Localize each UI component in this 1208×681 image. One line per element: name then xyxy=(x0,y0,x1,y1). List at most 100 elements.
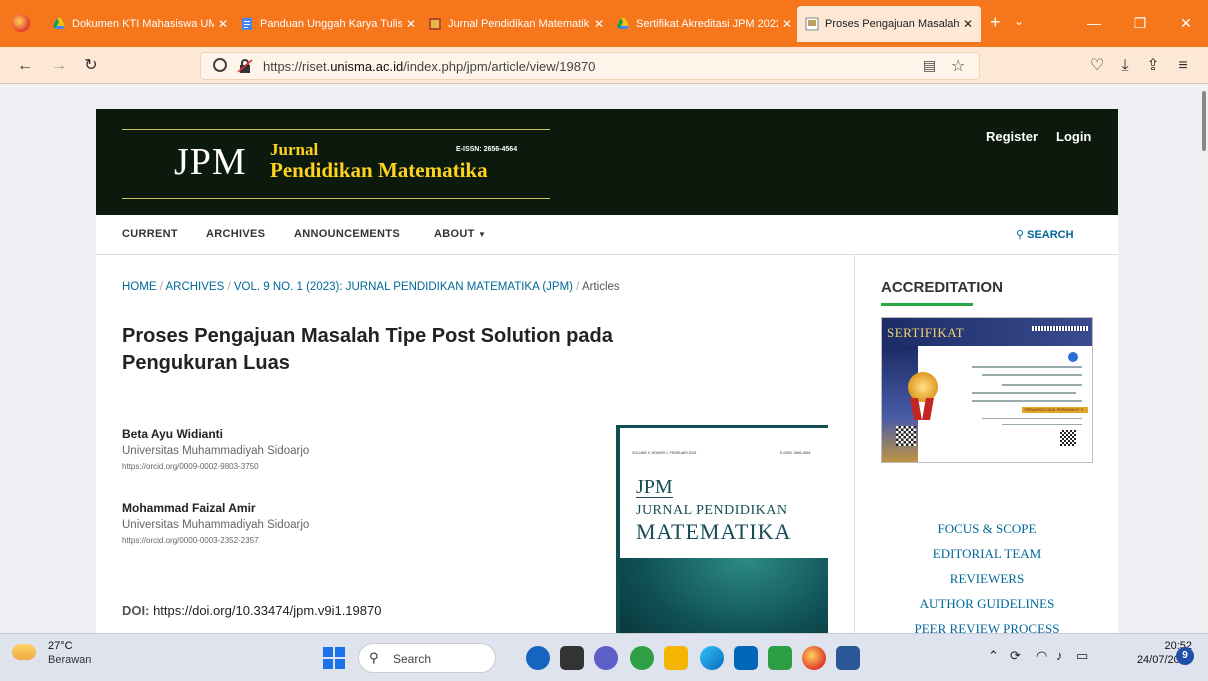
minimize-button[interactable]: — xyxy=(1076,10,1112,36)
issue-cover-image[interactable]: VOLUME 9, NOMOR 1, FEBRUARI 2023 E-ISSN:… xyxy=(616,425,828,633)
battery-icon[interactable]: ▭ xyxy=(1076,648,1088,664)
sidebar-link-reviewers[interactable]: REVIEWERS xyxy=(855,571,1119,587)
nav-about[interactable]: ABOUT ▼ xyxy=(434,228,486,240)
page-viewport: JPM Jurnal Pendidikan Matematika E-ISSN:… xyxy=(0,85,1200,633)
forward-arrow-icon[interactable]: → xyxy=(46,53,72,79)
reload-icon[interactable]: ↻ xyxy=(78,53,104,79)
file-explorer-icon[interactable] xyxy=(664,646,688,670)
lms-app-icon[interactable] xyxy=(768,646,792,670)
certificate-rank: TERAKREDITASI PERINGKAT 3 xyxy=(1024,407,1083,412)
weather-cloud-icon[interactable] xyxy=(12,644,36,660)
breadcrumb-home[interactable]: HOME xyxy=(122,281,157,293)
login-link[interactable]: Login xyxy=(1056,129,1091,144)
edge-icon[interactable] xyxy=(700,646,724,670)
accreditation-certificate-image[interactable]: SERTIFIKAT TERAKREDITASI PERINGKAT 3 xyxy=(881,317,1093,463)
page-scrollbar[interactable] xyxy=(1200,85,1208,633)
shield-icon[interactable] xyxy=(213,58,227,72)
breadcrumb-current: Articles xyxy=(581,281,620,293)
bookmark-star-icon[interactable]: ☆ xyxy=(951,56,965,76)
notification-badge[interactable]: 9 xyxy=(1176,647,1194,665)
tab-dokumen-kti[interactable]: Dokumen KTI Mahasiswa UM ✕ xyxy=(52,8,228,40)
share-icon[interactable]: ⇪ xyxy=(1140,53,1166,79)
certificate-title: SERTIFIKAT xyxy=(887,325,965,340)
journal-logo[interactable]: JPM Jurnal Pendidikan Matematika E-ISSN:… xyxy=(122,129,550,199)
certificate-text-line xyxy=(972,366,1082,368)
sidebar-link-author-guidelines[interactable]: AUTHOR GUIDELINES xyxy=(855,596,1119,612)
doi-label: DOI: xyxy=(122,603,150,618)
sidebar-link-focus-scope[interactable]: FOCUS & SCOPE xyxy=(855,521,1119,537)
logo-line2: Pendidikan Matematika xyxy=(270,158,488,182)
whatsapp-icon[interactable] xyxy=(630,646,654,670)
close-icon[interactable]: ✕ xyxy=(594,17,604,31)
ministry-logo-icon xyxy=(1068,352,1078,362)
chevron-up-icon[interactable]: ⌃ xyxy=(988,648,999,664)
tab-list-chevron-icon[interactable]: ⌄ xyxy=(1014,14,1024,28)
download-icon[interactable]: ⤓ xyxy=(1112,53,1138,79)
tab-sertifikat[interactable]: Sertifikat Akreditasi JPM 2022 ✕ xyxy=(616,8,792,40)
word-icon[interactable] xyxy=(836,646,860,670)
search-link[interactable]: ⚲ SEARCH xyxy=(1016,228,1074,241)
article-title-line1: Proses Pengajuan Masalah Tipe Post Solut… xyxy=(122,325,613,347)
register-link[interactable]: Register xyxy=(986,129,1038,144)
pocket-icon[interactable]: ♡ xyxy=(1084,53,1110,79)
tab-jurnal-pendidikan[interactable]: Jurnal Pendidikan Matematik ✕ xyxy=(428,8,604,40)
teams-chat-icon[interactable] xyxy=(594,646,618,670)
cover-gradient xyxy=(620,558,828,633)
url-bar[interactable]: https://riset.unisma.ac.id/index.php/jpm… xyxy=(200,52,980,80)
volume-icon[interactable]: ♪ xyxy=(1056,648,1063,663)
url-prefix: https://riset. xyxy=(263,59,331,74)
close-icon[interactable]: ✕ xyxy=(406,17,416,31)
new-tab-button[interactable]: + xyxy=(990,12,1001,33)
sync-icon[interactable]: ⟳ xyxy=(1010,648,1021,664)
qr-code-icon xyxy=(1060,430,1076,446)
lock-icon[interactable] xyxy=(237,58,253,74)
author-orcid-link[interactable]: https://orcid.org/0009-0002-9803-3750 xyxy=(122,462,309,471)
author-affiliation: Universitas Muhammadiyah Sidoarjo xyxy=(122,519,310,531)
sidebar-link-peer-review[interactable]: PEER REVIEW PROCESS xyxy=(855,621,1119,633)
author-affiliation: Universitas Muhammadiyah Sidoarjo xyxy=(122,445,310,457)
back-arrow-icon[interactable]: ← xyxy=(12,53,38,79)
reader-view-icon[interactable]: ▤ xyxy=(923,57,936,74)
breadcrumb-archives[interactable]: ARCHIVES xyxy=(165,281,224,293)
taskbar-search-label: Search xyxy=(393,652,432,666)
close-icon[interactable]: ✕ xyxy=(782,17,792,31)
weather-condition[interactable]: Berawan xyxy=(48,654,91,666)
logo-jpm-text: JPM xyxy=(174,141,247,183)
sidebar: ACCREDITATION SERTIFIKAT TERAKREDITASI P… xyxy=(854,255,1118,633)
bing-icon[interactable] xyxy=(526,646,550,670)
cover-volume: VOLUME 9, NOMOR 1, FEBRUARI 2023 xyxy=(632,451,697,455)
sidebar-link-editorial-team[interactable]: EDITORIAL TEAM xyxy=(855,546,1119,562)
tab-label: Dokumen KTI Mahasiswa UM xyxy=(72,18,214,30)
journal-icon xyxy=(805,17,819,31)
hamburger-menu-icon[interactable]: ≡ xyxy=(1170,53,1196,79)
scrollbar-thumb[interactable] xyxy=(1202,91,1206,151)
article-title: Proses Pengajuan Masalah Tipe Post Solut… xyxy=(122,323,762,377)
close-icon[interactable]: ✕ xyxy=(963,17,973,31)
task-view-icon[interactable] xyxy=(560,646,584,670)
firefox-taskbar-icon[interactable] xyxy=(802,646,826,670)
firefox-icon[interactable] xyxy=(12,14,30,32)
url-text: https://riset.unisma.ac.id/index.php/jpm… xyxy=(263,59,595,74)
author-entry: Beta Ayu Widianti Universitas Muhammadiy… xyxy=(122,427,309,471)
tab-panduan[interactable]: Panduan Unggah Karya Tulis ✕ xyxy=(240,8,416,40)
tab-proses-pengajuan[interactable]: Proses Pengajuan Masalah Tip ✕ xyxy=(797,6,981,42)
taskbar-search-box[interactable]: ⚲ Search xyxy=(358,643,496,673)
maximize-button[interactable]: ❐ xyxy=(1122,10,1158,36)
wifi-icon[interactable]: ◠ xyxy=(1036,648,1047,664)
window-close-button[interactable]: ✕ xyxy=(1168,10,1204,36)
nav-archives[interactable]: ARCHIVES xyxy=(206,228,265,240)
nav-announcements[interactable]: ANNOUNCEMENTS xyxy=(294,228,400,240)
nav-current[interactable]: CURRENT xyxy=(122,228,178,240)
certificate-text-line xyxy=(972,400,1082,402)
author-orcid-link[interactable]: https://orcid.org/0000-0003-2352-2357 xyxy=(122,536,309,545)
cover-jurnal: JURNAL PENDIDIKAN xyxy=(636,503,788,518)
main-content: HOME / ARCHIVES / VOL. 9 NO. 1 (2023): J… xyxy=(96,255,854,633)
certificate-text-line xyxy=(982,418,1082,419)
weather-temperature[interactable]: 27°C xyxy=(48,640,73,652)
close-icon[interactable]: ✕ xyxy=(218,17,228,31)
breadcrumb-issue[interactable]: VOL. 9 NO. 1 (2023): JURNAL PENDIDIKAN M… xyxy=(234,281,573,293)
store-icon[interactable] xyxy=(734,646,758,670)
doi-link[interactable]: https://doi.org/10.33474/jpm.v9i1.19870 xyxy=(153,603,381,618)
journal-icon xyxy=(429,18,441,30)
windows-start-icon[interactable] xyxy=(322,646,346,670)
